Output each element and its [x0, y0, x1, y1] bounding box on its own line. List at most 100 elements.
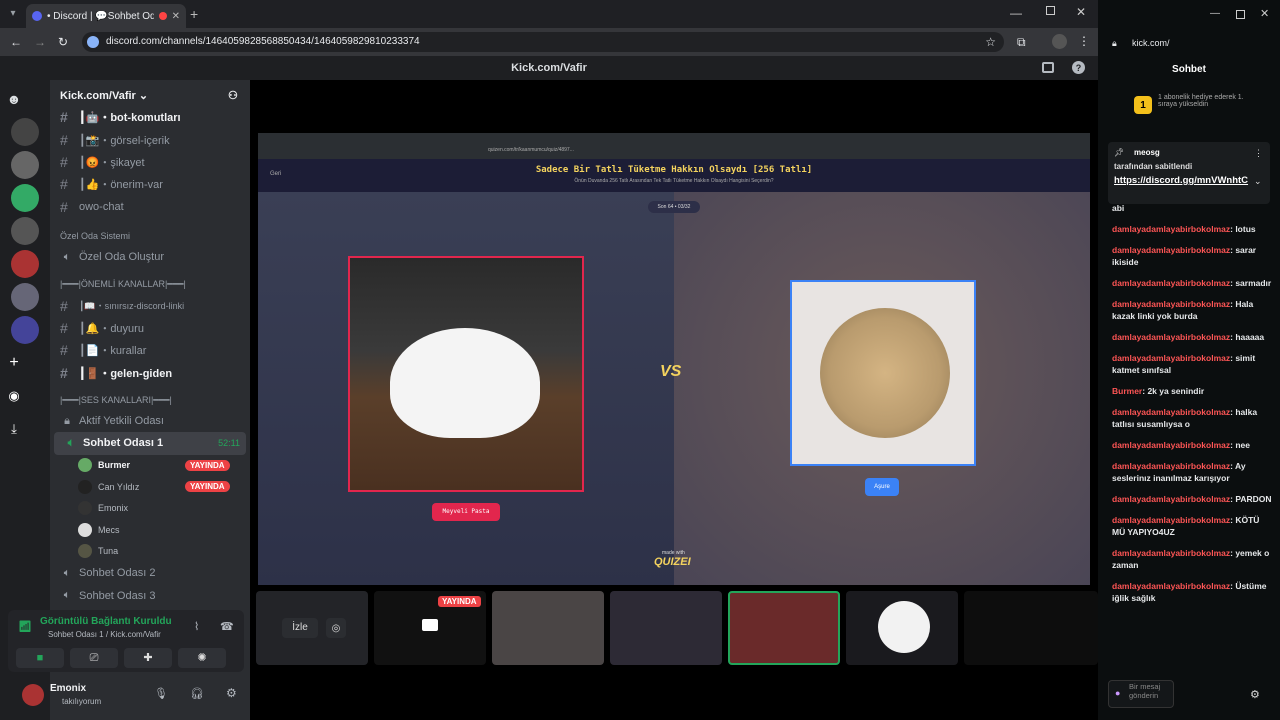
message-user[interactable]: damlayadamlayabirbokolmaz — [1112, 332, 1230, 342]
more-icon[interactable]: ⋮ — [1254, 148, 1263, 159]
forward-icon[interactable]: → — [34, 35, 46, 49]
voice-create-room[interactable]: 🔈︎ Özel Oda Oluştur — [50, 246, 250, 268]
channel-gelen-giden[interactable]: # ┃🚪・gelen-giden — [50, 362, 250, 384]
new-tab-icon[interactable]: + — [190, 6, 198, 22]
message-user[interactable]: damlayadamlayabirbokolmaz — [1112, 440, 1230, 450]
browser-tab[interactable]: • Discord | 💬Sohbet Oda ✕ — [26, 4, 186, 28]
left-choice-button[interactable]: Meyveli Pasta — [432, 503, 500, 521]
back-icon[interactable]: ← — [10, 35, 22, 49]
maximize-icon[interactable] — [1236, 10, 1245, 19]
voice-user[interactable]: Tuna — [50, 541, 250, 563]
pinned-message[interactable]: 📌︎ meosg tarafından sabitlendi https://d… — [1108, 142, 1270, 204]
soundboard-button[interactable]: ✺ — [178, 648, 226, 668]
bookmark-star-icon[interactable]: ☆ — [985, 32, 996, 52]
disconnect-icon[interactable]: ☎ — [220, 620, 234, 633]
message-user[interactable]: damlayadamlayabirbokolmaz — [1112, 353, 1230, 363]
site-info-icon[interactable] — [87, 36, 99, 48]
server-icon[interactable] — [11, 250, 39, 278]
microphone-icon[interactable]: 🎙︎ — [154, 687, 168, 700]
message-user[interactable]: damlayadamlayabirbokolmaz — [1112, 299, 1230, 309]
message-user[interactable]: damlayadamlayabirbokolmaz — [1112, 548, 1230, 558]
server-icon[interactable] — [11, 184, 39, 212]
channel-onerim-var[interactable]: # ┃👍・önerim-var — [50, 173, 250, 195]
right-image[interactable] — [790, 280, 976, 466]
channel-discord-link[interactable]: # ┃📖・sınırsız-discord-linki — [50, 294, 250, 316]
noise-suppression-icon[interactable]: ⌇ — [194, 620, 199, 633]
reload-icon[interactable]: ↻ — [58, 35, 68, 49]
minimize-icon[interactable]: — — [1010, 6, 1022, 20]
camera-button[interactable]: ■ — [16, 648, 64, 668]
download-icon[interactable]: ⤓ — [0, 415, 28, 443]
message-user[interactable]: damlayadamlayabirbokolmaz — [1112, 245, 1230, 255]
category-private-rooms[interactable]: Özel Oda Sistemi — [50, 226, 250, 246]
headphones-icon[interactable]: 🎧︎ — [190, 687, 204, 700]
voice-aktif-yetkili[interactable]: 🔒︎ Aktif Yetkili Odası — [50, 410, 250, 432]
left-image[interactable] — [348, 256, 584, 492]
video-tile[interactable] — [964, 591, 1098, 665]
tab-search-icon[interactable]: ▾ — [6, 6, 20, 20]
chrome-menu-icon[interactable]: ⋮ — [1078, 34, 1090, 48]
settings-icon[interactable]: ⚙ — [1250, 688, 1260, 701]
inbox-icon[interactable] — [1042, 62, 1054, 73]
message-user[interactable]: damlayadamlayabirbokolmaz — [1112, 278, 1230, 288]
voice-user[interactable]: Mecs — [50, 519, 250, 541]
add-member-icon[interactable]: ⚇ — [228, 89, 238, 102]
discover-icon[interactable]: ◉ — [0, 382, 28, 410]
video-tile[interactable] — [610, 591, 722, 665]
voice-user[interactable]: Burmer YAYINDA — [50, 455, 250, 477]
watch-button[interactable]: İzle — [282, 618, 318, 638]
shared-screen[interactable]: quizen.com/tr/kaanmumcu/quiz/4897... Ger… — [258, 133, 1090, 585]
channel-owo-chat[interactable]: # owo-chat — [50, 196, 250, 218]
chat-input[interactable]: ● Bir mesaj gönderin — [1108, 680, 1174, 708]
voice-user[interactable]: Emonix — [50, 498, 250, 520]
profile-avatar[interactable] — [1052, 34, 1067, 49]
message-user[interactable]: damlayadamlayabirbokolmaz — [1112, 461, 1230, 471]
right-choice-panel[interactable]: Aşure — [674, 192, 1090, 585]
channel-gorsel-icerik[interactable]: # ┃📸・görsel-içerik — [50, 128, 250, 150]
server-icon[interactable] — [11, 118, 39, 146]
popout-icon[interactable]: ◎ — [326, 618, 346, 638]
server-icon[interactable] — [11, 283, 39, 311]
category-important[interactable]: |━━━|ÖNEMLİ KANALLAR|━━━| — [50, 274, 250, 294]
connection-sub[interactable]: Sohbet Odası 1 / Kick.com/Vafir — [48, 630, 161, 639]
tab-close-icon[interactable]: ✕ — [172, 11, 180, 22]
message-user[interactable]: damlayadamlayabirbokolmaz — [1112, 581, 1230, 591]
discord-home-icon[interactable]: ☻ — [0, 85, 28, 113]
message-user[interactable]: damlayadamlayabirbokolmaz — [1112, 494, 1230, 504]
voice-sohbet-odasi-2[interactable]: 🔈︎ Sohbet Odası 2 — [50, 562, 250, 584]
voice-sohbet-odasi-3[interactable]: 🔈︎ Sohbet Odası 3 — [50, 585, 250, 607]
server-icon[interactable] — [11, 151, 39, 179]
avatar[interactable] — [22, 684, 44, 706]
stream-tile[interactable]: YAYINDA — [374, 591, 486, 665]
voice-user[interactable]: Can Yıldız YAYINDA — [50, 476, 250, 498]
right-choice-button[interactable]: Aşure — [865, 478, 899, 496]
server-icon[interactable] — [11, 316, 39, 344]
server-icon[interactable] — [11, 217, 39, 245]
category-voice[interactable]: |━━━|SES KANALLARI|━━━| — [50, 390, 250, 410]
address-bar[interactable]: discord.com/channels/1464059828568850434… — [82, 32, 1004, 52]
message-user[interactable]: damlayadamlayabirbokolmaz — [1112, 515, 1230, 525]
close-window-icon[interactable]: ✕ — [1260, 7, 1269, 20]
close-window-icon[interactable]: ✕ — [1076, 5, 1086, 19]
channel-duyuru[interactable]: # ┃🔔・duyuru — [50, 317, 250, 339]
channel-bot-komutlari[interactable]: # ┃🤖・bot-komutları — [50, 106, 250, 128]
help-icon[interactable]: ? — [1072, 61, 1085, 74]
watch-tile[interactable]: İzle ◎ — [256, 591, 368, 665]
screenshare-button[interactable]: ⎚ — [70, 648, 118, 668]
message-user[interactable]: damlayadamlayabirbokolmaz — [1112, 407, 1230, 417]
left-choice-panel[interactable]: Meyveli Pasta — [258, 192, 674, 585]
extensions-icon[interactable]: ⧉ — [1017, 35, 1026, 50]
add-server-icon[interactable]: + — [0, 349, 28, 377]
minimize-icon[interactable]: — — [1210, 8, 1220, 19]
chat-addressbar[interactable]: 🔒︎ kick.com/ — [1098, 32, 1280, 54]
activity-button[interactable]: ✚ — [124, 648, 172, 668]
avatar-tile[interactable] — [846, 591, 958, 665]
video-tile[interactable] — [728, 591, 840, 665]
message-user[interactable]: damlayadamlayabirbokolmaz — [1112, 224, 1230, 234]
pin-link[interactable]: https://discord.gg/mnVWnhtC — [1114, 174, 1252, 187]
chevron-down-icon[interactable]: ⌄ — [1254, 176, 1262, 187]
message-user[interactable]: Burmer — [1112, 386, 1142, 396]
voice-sohbet-odasi-1[interactable]: 🔈︎ Sohbet Odası 1 52:11 — [54, 432, 246, 455]
channel-sikayet[interactable]: # ┃😡・şikayet — [50, 151, 250, 173]
maximize-icon[interactable] — [1046, 6, 1055, 15]
